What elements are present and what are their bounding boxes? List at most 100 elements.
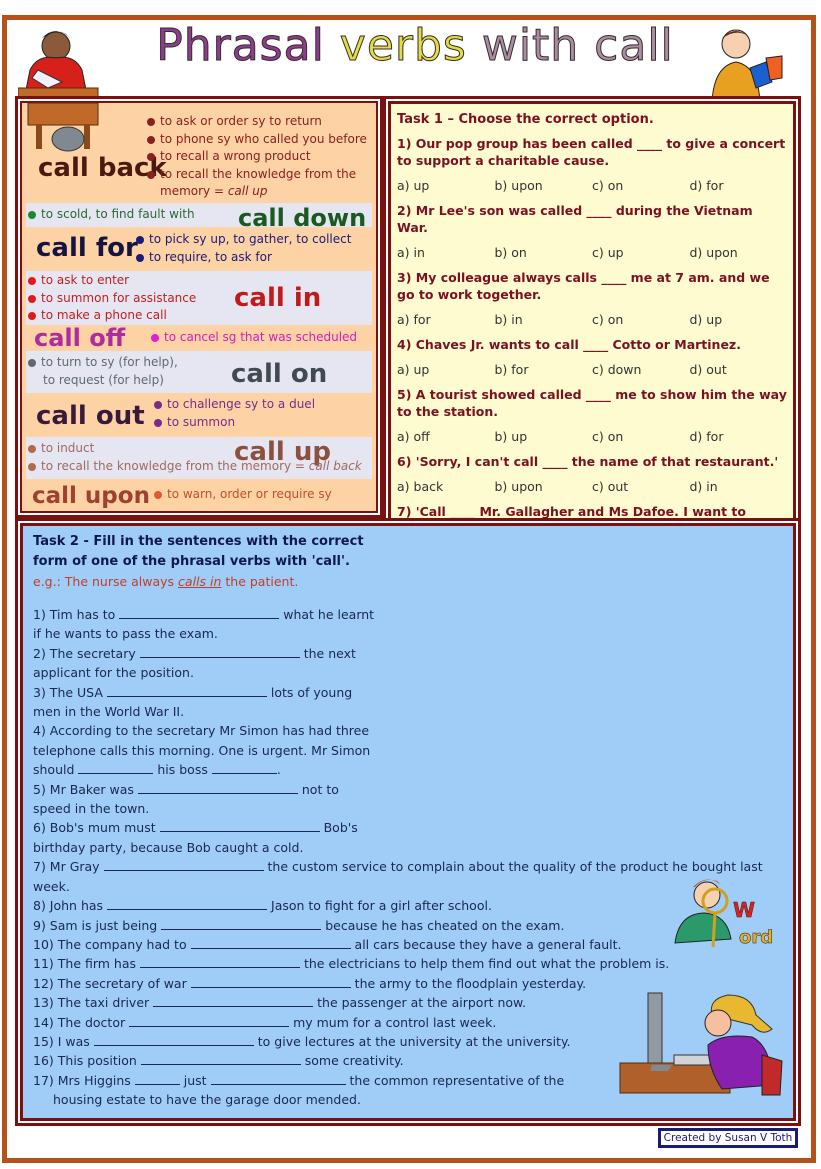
fill-in-item: 3) The USA lots of young [33,684,353,700]
answer-blank[interactable] [190,936,351,949]
definition: to pick sy up, to gather, to collect [136,231,351,249]
answer-blank[interactable] [153,994,314,1008]
definitions-call-upon: to warn, order or require sy [154,486,332,504]
answer-option[interactable]: a) in [397,244,495,261]
answer-option[interactable]: d) up [690,311,788,328]
answer-blank[interactable] [134,1072,180,1085]
answer-option[interactable]: a) for [397,311,495,328]
verb-row-call-for: call for to pick sy up, to gather, to co… [26,227,372,271]
definition: to warn, order or require sy [154,486,332,504]
answer-blank[interactable] [190,975,351,988]
task1-title: Task 1 – Choose the correct option. [397,112,654,127]
answer-option[interactable]: c) out [592,478,690,495]
answer-blank[interactable] [137,781,298,794]
answer-option[interactable]: d) in [690,478,788,495]
verb-call-on: call on [231,359,328,389]
fill-in-item-continuation: birthday party, because Bob caught a col… [33,839,304,855]
verb-row-call-off: call off to cancel sg that was scheduled [26,324,372,352]
verb-call-upon: call upon [32,483,150,509]
verb-row-call-back: call back to ask or order sy to return t… [26,102,372,203]
answer-blank[interactable] [119,606,280,619]
task1-question-block: 2) Mr Lee's son was called ____ during t… [397,202,787,261]
question-text: 1) Our pop group has been called ____ to… [397,136,786,168]
task2-title: Task 2 - Fill in the sentences with the … [33,534,364,569]
answer-option[interactable]: b) upon [495,478,593,495]
fill-in-item-continuation: men in the World War II. [33,704,185,720]
answer-option[interactable]: a) up [397,361,495,378]
answer-blank[interactable] [107,897,268,911]
answer-option[interactable]: b) for [495,361,593,378]
answer-option[interactable]: d) upon [690,244,788,261]
answer-blank[interactable] [140,955,300,969]
definition: to recall a wrong product [147,148,367,166]
answer-blank[interactable] [93,1033,254,1046]
verb-row-call-down: to scold, to find fault with call down [26,203,372,232]
answer-blank[interactable] [140,1052,301,1066]
answer-blank[interactable] [210,1072,346,1085]
definition: to scold, to find fault with [28,206,195,224]
answer-options: a) for b) in c) on d) up [397,311,787,328]
answer-blank[interactable] [211,761,277,775]
answer-option[interactable]: d) for [690,177,788,194]
answer-blank[interactable] [159,819,320,833]
answer-option[interactable]: a) up [397,177,495,194]
answer-blank[interactable] [139,645,300,658]
answer-blank[interactable] [78,761,154,775]
task1-question-block: 3) My colleague always calls ____ me at … [397,269,787,328]
answer-option[interactable]: b) upon [495,177,593,194]
verb-call-for: call for [36,233,138,263]
definition: to challenge sy to a duel [154,396,315,414]
girl-at-computer-clipart [612,985,792,1105]
answer-option[interactable]: b) in [495,311,593,328]
answer-option[interactable]: a) off [397,428,495,445]
definition: to summon for assistance [28,290,196,308]
answer-option[interactable]: b) on [495,244,593,261]
answer-option[interactable]: d) for [690,428,788,445]
definitions-call-off: to cancel sg that was scheduled [151,329,357,347]
svg-text:ord: ord [739,927,773,948]
definition: to turn to sy (for help), [28,354,178,372]
task1-question-block: 5) A tourist showed called ____ me to sh… [397,386,787,445]
answer-option[interactable]: d) out [690,361,788,378]
verb-row-call-in: to ask to enter to summon for assistance… [26,271,372,325]
answer-option[interactable]: c) on [592,177,690,194]
answer-option[interactable]: a) back [397,478,495,495]
phrasal-verbs-list: call back to ask or order sy to return t… [20,101,378,513]
definition: to phone sy who called you before [147,131,367,149]
fill-in-item: 4) According to the secretary Mr Simon h… [33,723,371,778]
answer-blank[interactable] [103,858,264,872]
answer-option[interactable]: c) down [592,361,690,378]
definition: to make a phone call [28,307,196,325]
answer-options: a) back b) upon c) out d) in [397,478,787,495]
verb-call-off: call off [34,324,126,352]
svg-text:W: W [733,898,755,922]
title-part-1: Phrasal [156,20,340,72]
answer-option[interactable]: c) on [592,311,690,328]
definition: to ask to enter [28,272,196,290]
verb-row-call-up: call up to induct to recall the knowledg… [26,437,372,479]
fill-in-item: 2) The secretary the next [33,645,356,661]
fill-in-item: 1) Tim has to what he learnt [33,606,375,622]
definitions-call-back: to ask or order sy to return to phone sy… [147,113,367,201]
question-text: 4) Chaves Jr. wants to call ____ Cotto o… [397,337,741,352]
answer-option[interactable]: c) up [592,244,690,261]
answer-option[interactable]: b) up [495,428,593,445]
answer-options: a) off b) up c) on d) for [397,428,787,445]
answer-options: a) up b) for c) down d) out [397,361,787,378]
answer-options: a) up b) upon c) on d) for [397,177,787,194]
kid-thinking-clipart [692,22,786,104]
definitions-call-out: to challenge sy to a duel to summon [154,396,315,431]
fill-in-item-continuation: applicant for the position. [33,665,194,681]
answer-blank[interactable] [161,917,322,930]
answer-option[interactable]: c) on [592,428,690,445]
fill-in-item: 5) Mr Baker was not to [33,781,339,797]
task1-question-block: 1) Our pop group has been called ____ to… [397,135,787,194]
definition: to ask or order sy to return [147,113,367,131]
question-text: 2) Mr Lee's son was called ____ during t… [397,203,753,235]
verb-row-call-out: call out to challenge sy to a duel to su… [26,393,372,437]
answer-blank[interactable] [106,684,267,697]
answer-blank[interactable] [129,1014,290,1027]
task2-example: e.g.: The nurse always calls in the pati… [33,574,299,589]
definition: to recall the knowledge from the [147,166,367,184]
question-text: 5) A tourist showed called ____ me to sh… [397,387,787,419]
